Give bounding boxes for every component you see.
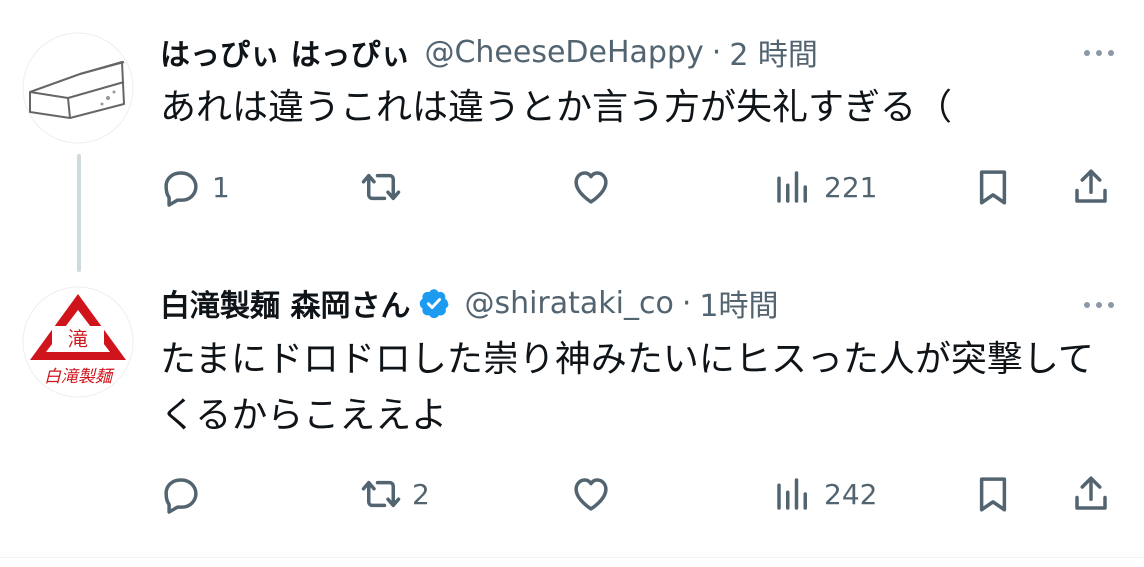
tweet-text: たまにドロドロした崇り神みたいにヒスった人が突撃してくるからこええよ: [160, 339, 1094, 436]
retweet-button[interactable]: [360, 162, 412, 212]
tweet-header: はっぴぃ はっぴぃ @CheeseDeHappy · 2 時間: [160, 30, 818, 74]
reply-icon: [164, 478, 198, 514]
share-icon: [1075, 169, 1107, 203]
more-options-icon[interactable]: [1084, 43, 1114, 63]
tweet-text: あれは違うこれは違うとか言う方が失礼すぎる（: [160, 87, 953, 128]
logo-caption: 白滝製麺: [44, 367, 115, 387]
timestamp[interactable]: 1時間: [699, 281, 778, 325]
shirataki-logo: 滝 白滝製麺: [22, 286, 134, 398]
heart-icon: [574, 171, 608, 204]
heart-icon: [574, 478, 608, 511]
timestamp[interactable]: 2 時間: [729, 30, 818, 74]
like-button[interactable]: [570, 162, 622, 212]
like-button[interactable]: [570, 469, 622, 519]
reply-count: 1: [212, 170, 230, 204]
display-name[interactable]: はっぴぃ はっぴぃ: [160, 30, 410, 74]
reply-button[interactable]: [160, 469, 212, 519]
analytics-icon: [777, 171, 807, 203]
tweet[interactable]: 滝 白滝製麺 白滝製麺 森岡さん @shirataki_co · 1時間 たまに…: [0, 262, 1144, 552]
display-name[interactable]: 白滝製麺 森岡さん: [160, 281, 410, 325]
share-button[interactable]: [1070, 162, 1112, 212]
view-count: 221: [824, 170, 878, 204]
views-button[interactable]: 242: [772, 469, 877, 519]
thread-line: [77, 154, 81, 272]
separator: ·: [711, 34, 722, 70]
retweet-icon: [361, 173, 401, 201]
share-icon: [1075, 476, 1107, 510]
more-options-icon[interactable]: [1084, 295, 1114, 315]
reply-icon: [164, 171, 198, 207]
bookmark-icon: [979, 170, 1007, 205]
reply-button[interactable]: 1: [160, 162, 230, 212]
avatar[interactable]: 滝 白滝製麺: [22, 286, 134, 398]
user-handle[interactable]: @CheeseDeHappy: [424, 35, 703, 70]
view-count: 242: [824, 477, 878, 511]
bookmark-button[interactable]: [972, 469, 1014, 519]
tweet-header: 白滝製麺 森岡さん @shirataki_co · 1時間: [160, 281, 779, 325]
avatar[interactable]: [22, 32, 134, 144]
analytics-icon: [777, 478, 807, 510]
bookmark-icon: [979, 477, 1007, 512]
tweet[interactable]: はっぴぃ はっぴぃ @CheeseDeHappy · 2 時間 あれは違うこれは…: [0, 0, 1144, 272]
retweet-icon: [361, 480, 401, 508]
cheese-icon: [22, 32, 134, 144]
retweet-count: 2: [412, 477, 430, 511]
bookmark-button[interactable]: [972, 162, 1014, 212]
logo-mark: 滝: [68, 327, 88, 351]
user-handle[interactable]: @shirataki_co: [464, 286, 673, 321]
retweet-button[interactable]: 2: [360, 469, 430, 519]
views-button[interactable]: 221: [772, 162, 877, 212]
verified-badge-icon: [418, 287, 450, 319]
action-bar: 1 221: [160, 162, 1116, 212]
divider: [0, 557, 1144, 558]
share-button[interactable]: [1070, 469, 1112, 519]
action-bar: 2 242: [160, 469, 1116, 519]
separator: ·: [681, 285, 692, 321]
